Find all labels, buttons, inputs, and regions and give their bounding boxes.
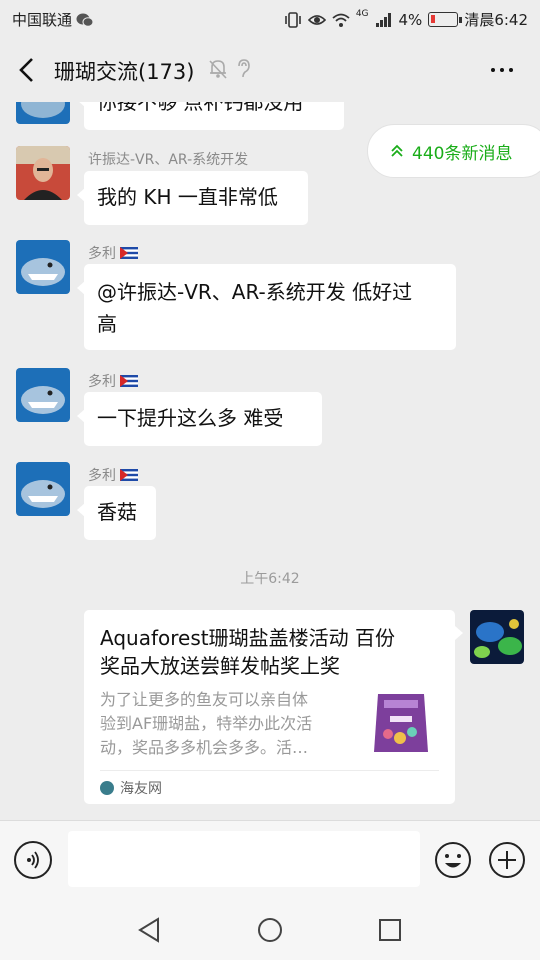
cuba-flag-icon	[120, 375, 138, 387]
wechat-icon	[76, 13, 94, 27]
chat-message-list[interactable]: 你接不够 点补钙都没用 440条新消息 许振达-VR、AR-系统开发 我的 KH…	[0, 102, 540, 820]
cuba-flag-icon	[120, 469, 138, 481]
product-thumbnail	[368, 686, 434, 758]
card-title-line: Aquaforest珊瑚盐盖楼活动 百份	[100, 626, 395, 650]
card-divider	[100, 770, 439, 771]
back-arrow-icon	[19, 58, 33, 82]
message-text: 一下提升这么多 难受	[97, 406, 284, 430]
message-bubble[interactable]: @许振达-VR、AR-系统开发 低好过 高	[77, 264, 456, 350]
network-type: 4G	[355, 8, 369, 19]
sender-name: 多利	[88, 465, 138, 485]
signal-icon	[375, 12, 391, 27]
battery-icon	[428, 12, 463, 27]
clock: 清晨6:42	[464, 11, 528, 29]
voice-icon	[27, 851, 39, 869]
more-options-button[interactable]	[480, 58, 524, 82]
status-bar: 中国联通 4G 4% 清晨6:42	[0, 0, 540, 36]
new-messages-label: 440条新消息	[412, 143, 513, 164]
dot-icon	[500, 68, 504, 72]
new-messages-button[interactable]: 440条新消息	[367, 124, 540, 178]
avatar-user[interactable]	[16, 146, 70, 200]
battery-percent: 4%	[398, 10, 423, 29]
eye-icon	[307, 14, 326, 25]
message-text: 你接不够 点补钙都没用	[97, 102, 304, 114]
sender-name: 多利	[88, 371, 138, 391]
vibrate-icon	[285, 11, 301, 28]
double-chevron-up-icon	[391, 144, 403, 157]
voice-input-button[interactable]	[14, 841, 52, 879]
carrier-label: 中国联通	[12, 11, 73, 29]
sender-name: 许振达-VR、AR-系统开发	[88, 152, 249, 168]
cuba-flag-icon	[120, 247, 138, 259]
card-source: 海友网	[100, 778, 162, 798]
avatar-shark[interactable]	[16, 368, 70, 422]
back-triangle-icon[interactable]	[134, 914, 166, 946]
chat-title: 珊瑚交流(173)	[54, 60, 195, 84]
mute-bell-icon	[209, 60, 227, 79]
sender-name: 多利	[88, 243, 138, 263]
message-text: 香菇	[97, 500, 137, 524]
avatar-self[interactable]	[470, 610, 524, 664]
source-logo-icon	[100, 781, 114, 795]
card-description: 为了让更多的鱼友可以亲自体 验到AF珊瑚盐，特举办此次活 动，奖品多多机会多多。…	[100, 690, 313, 757]
message-input-bar	[0, 820, 540, 900]
link-card[interactable]: Aquaforest珊瑚盐盖楼活动 百份 奖品大放送尝鲜发帖奖上奖 为了让更多的…	[84, 610, 463, 804]
wifi-icon	[332, 13, 350, 27]
message-text-line: @许振达-VR、AR-系统开发 低好过	[97, 280, 413, 304]
avatar-shark[interactable]	[16, 462, 70, 516]
status-right: 4G 4% 清晨6:42	[284, 9, 528, 30]
dot-icon	[509, 68, 513, 72]
message-text-line: 高	[97, 312, 117, 336]
card-title-line: 奖品大放送尝鲜发帖奖上奖	[100, 654, 340, 678]
avatar-shark[interactable]	[16, 240, 70, 294]
message-bubble[interactable]: 一下提升这么多 难受	[77, 392, 322, 446]
home-circle-icon[interactable]	[254, 914, 286, 946]
message-bubble[interactable]: 香菇	[77, 486, 156, 540]
message-bubble[interactable]: 你接不够 点补钙都没用	[77, 102, 344, 130]
system-navigation-bar	[0, 900, 540, 960]
message-text-input[interactable]	[68, 831, 420, 887]
avatar-shark[interactable]	[16, 102, 70, 124]
recents-square-icon[interactable]	[374, 914, 406, 946]
dot-icon	[491, 68, 495, 72]
message-bubble[interactable]: 我的 KH 一直非常低	[77, 171, 308, 225]
emoji-button[interactable]	[434, 841, 472, 879]
more-functions-button[interactable]	[488, 841, 526, 879]
chat-header: 珊瑚交流(173)	[0, 36, 540, 102]
status-left: 中国联通	[12, 9, 94, 30]
message-text: 我的 KH 一直非常低	[97, 185, 278, 209]
message-timestamp: 上午6:42	[240, 571, 300, 587]
earpiece-icon	[238, 59, 250, 78]
back-button[interactable]	[10, 53, 44, 87]
